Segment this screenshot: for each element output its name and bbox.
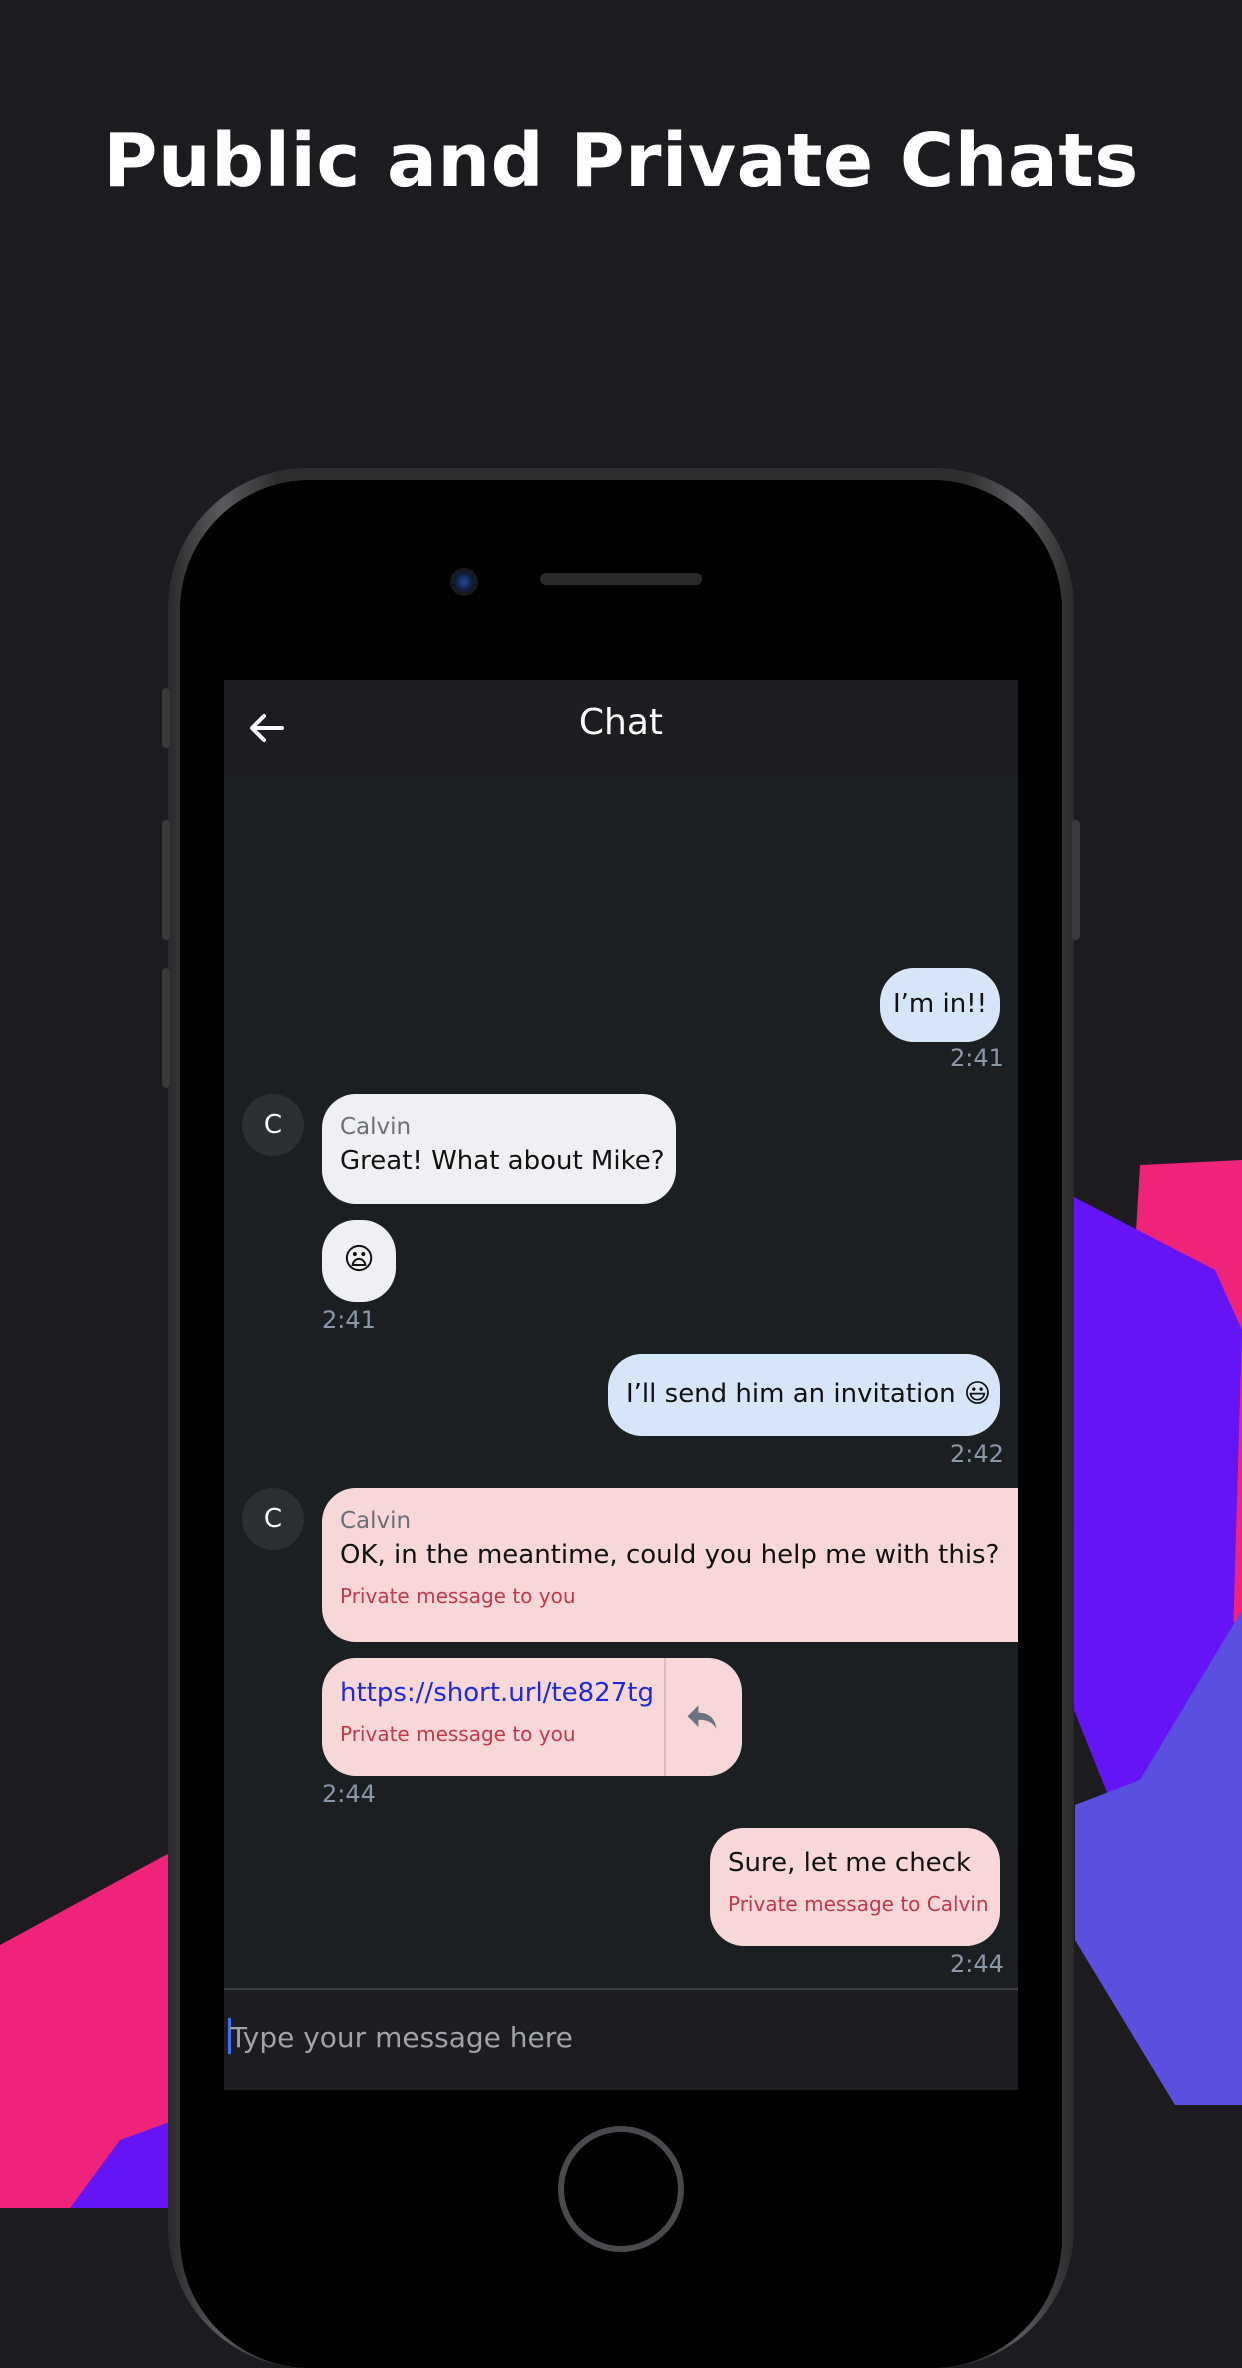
message-text: Sure, let me check	[728, 1848, 972, 1878]
avatar: C	[242, 1094, 304, 1156]
message-emoji: 😦	[343, 1242, 375, 1277]
sender-name: Calvin	[340, 1508, 412, 1534]
private-note: Private message to you	[340, 1722, 576, 1746]
message-composer	[224, 1988, 1018, 2090]
private-note: Private message to Calvin	[728, 1892, 989, 1916]
reply-divider	[664, 1658, 666, 1776]
reply-icon[interactable]	[684, 1700, 720, 1736]
page-headline: Public and Private Chats	[103, 118, 1139, 204]
chat-screen: Chat I’m in!! 2:41 C Calvin Great! What …	[224, 680, 1018, 2090]
private-link-bubble[interactable]: https://short.url/te827tg Private messag…	[322, 1658, 742, 1776]
private-note: Private message to you	[340, 1584, 576, 1608]
sender-name: Calvin	[340, 1114, 412, 1140]
own-message-bubble[interactable]: I’ll send him an invitation 😃	[608, 1354, 1000, 1436]
camera-icon	[450, 568, 478, 596]
message-input[interactable]	[228, 2016, 992, 2058]
phone-mute-switch	[162, 688, 170, 748]
message-text: OK, in the meantime, could you help me w…	[340, 1540, 1000, 1570]
avatar: C	[242, 1488, 304, 1550]
message-time: 2:44	[322, 1780, 376, 1808]
page-title: Chat	[578, 702, 664, 743]
phone-speaker	[540, 573, 702, 585]
message-text: Great! What about Mike?	[340, 1146, 665, 1176]
private-message-bubble[interactable]: Calvin OK, in the meantime, could you he…	[322, 1488, 1018, 1642]
app-bar: Chat	[224, 680, 1018, 776]
phone-volume-up	[162, 820, 170, 940]
phone-power-button	[1072, 820, 1080, 940]
message-time: 2:44	[950, 1950, 1004, 1978]
message-time: 2:41	[950, 1044, 1004, 1072]
message-time: 2:42	[950, 1440, 1004, 1468]
own-private-message-bubble[interactable]: Sure, let me check Private message to Ca…	[710, 1828, 1000, 1946]
message-link[interactable]: https://short.url/te827tg	[340, 1678, 742, 1708]
phone-volume-down	[162, 968, 170, 1088]
message-text: I’ll send him an invitation 😃	[626, 1379, 992, 1409]
incoming-message-bubble[interactable]: Calvin Great! What about Mike?	[322, 1094, 676, 1204]
home-button	[558, 2126, 684, 2252]
message-time: 2:41	[322, 1306, 376, 1334]
message-text: I’m in!!	[892, 989, 988, 1019]
incoming-emoji-bubble[interactable]: 😦	[322, 1220, 396, 1302]
own-message-bubble[interactable]: I’m in!!	[880, 968, 1000, 1042]
